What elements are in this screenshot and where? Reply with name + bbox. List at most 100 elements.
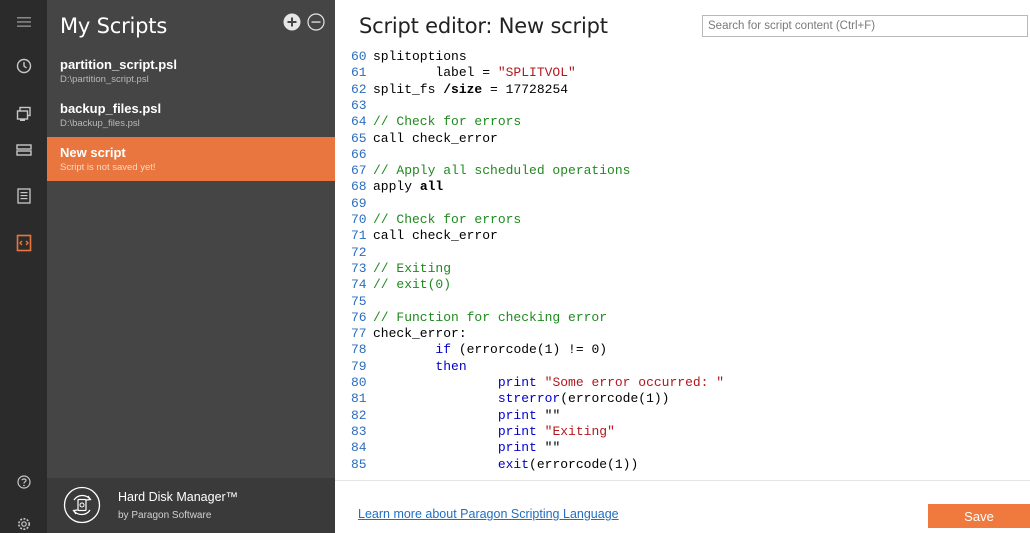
code-text: // Apply all scheduled operations [373,163,630,178]
code-line: 73 // Exiting [349,261,451,277]
code-text: // Exiting [373,261,451,276]
line-number: 60 [351,49,367,64]
remove-script-icon[interactable] [307,13,325,31]
code-line: 74 // exit(0) [349,277,451,293]
code-line: 76 // Function for checking error [349,310,607,326]
script-name: partition_script.psl [60,57,178,72]
brand-footer: Hard Disk Manager™ by Paragon Software [47,478,335,533]
line-number: 65 [351,130,367,146]
code-token: = 17728254 [482,81,569,97]
line-number: 75 [351,293,367,309]
code-token: strerror [497,391,561,407]
code-line: 71 call check_error [349,228,498,244]
code-token: then [435,358,467,374]
code-token: "SPLITVOL" [497,65,576,81]
code-text: call check_error [373,131,498,146]
code-line: 84 print "" [349,440,560,456]
code-text: strerror(errorcode(1)) [373,391,670,407]
code-line: 65 call check_error [349,131,498,147]
product-name: Hard Disk Manager™ [118,490,239,504]
line-number: 63 [351,97,367,113]
code-token: call check_error [373,130,498,146]
add-script-icon[interactable] [283,13,301,31]
code-token: (errorcode(1) != 0) [451,342,608,358]
line-number: 81 [351,391,367,407]
code-line: 85 exit(errorcode(1)) [349,457,638,473]
code-token: print [497,423,537,439]
code-line: 81 strerror(errorcode(1)) [349,391,669,407]
code-token: // Apply all scheduled operations [373,163,631,179]
code-line: 77 check_error: [349,326,467,342]
line-number: 72 [351,244,367,260]
list-icon[interactable] [0,178,47,214]
code-line: 70 // Check for errors [349,212,521,228]
code-token: exit [497,456,530,472]
code-editor[interactable]: 60 splitoptions 61 label = "SPLITVOL" 62 spl… [349,48,1030,480]
code-line: 82 print "" [349,408,560,424]
code-token: "" [536,407,561,423]
history-icon[interactable] [0,48,47,84]
line-number: 66 [351,146,367,162]
script-item-backup[interactable]: backup_files.psl D:\backup_files.psl [47,93,335,137]
vendor-name: by Paragon Software [118,510,212,521]
code-text: if (errorcode(1) != 0) [373,342,607,357]
code-token: splitoptions [373,49,467,64]
code-text: check_error: [373,326,467,341]
menu-icon[interactable] [0,4,47,40]
code-line: 72 [349,245,373,261]
code-line: 61 label = "SPLITVOL" [349,65,576,81]
code-text: split_fs /size = 17728254 [373,82,568,97]
script-item-new[interactable]: New script Script is not saved yet! [47,137,335,181]
code-line: 66 [349,147,373,163]
code-token: (errorcode(1)) [560,391,670,407]
disk-icon[interactable] [0,132,47,168]
line-number: 69 [351,195,367,211]
code-text: print "Exiting" [373,424,615,439]
line-number: 78 [351,342,367,358]
script-icon[interactable] [0,225,47,261]
code-token: print [497,407,537,423]
code-line: 83 print "Exiting" [349,424,615,440]
hdm-logo-icon [63,486,101,524]
script-name: backup_files.psl [60,101,162,116]
code-text: apply all [373,179,443,194]
line-number: 73 [351,260,367,276]
code-text: splitoptions [373,49,467,64]
code-token: // Exiting [373,260,452,276]
code-text: print "Some error occurred: " [373,375,724,390]
code-token: (errorcode(1)) [529,456,639,472]
help-icon[interactable] [0,464,47,500]
code-token: if [435,342,452,358]
script-item-partition[interactable]: partition_script.psl D:\partition_script… [47,49,335,93]
code-token: print [497,440,537,456]
code-token: "Exiting" [544,423,615,439]
script-path: D:\backup_files.psl [60,118,140,129]
learn-more-link[interactable]: Learn more about Paragon Scripting Langu… [358,507,619,521]
line-number: 70 [351,212,367,227]
scripts-panel: My Scripts partition_script.psl D:\parti… [47,0,335,533]
code-token: // Check for errors [373,212,522,227]
code-line: 62 split_fs /size = 17728254 [349,82,568,98]
code-text: // Function for checking error [373,310,607,325]
code-text: call check_error [373,228,498,243]
divider [335,480,1030,481]
code-token: label = [373,65,498,81]
line-number: 62 [351,81,367,97]
save-button[interactable]: Save [928,504,1030,528]
panel-title: My Scripts [60,14,168,38]
code-line: 60 splitoptions [349,49,467,65]
code-text: exit(errorcode(1)) [373,457,638,472]
line-number: 85 [351,456,367,472]
code-token: "Some error occurred: " [544,375,725,390]
search-input[interactable] [702,15,1028,37]
code-token: // exit(0) [373,277,452,293]
copy-icon[interactable] [0,96,47,132]
code-token: // Check for errors [373,114,522,130]
settings-icon[interactable] [0,506,47,533]
line-number: 77 [351,326,367,342]
